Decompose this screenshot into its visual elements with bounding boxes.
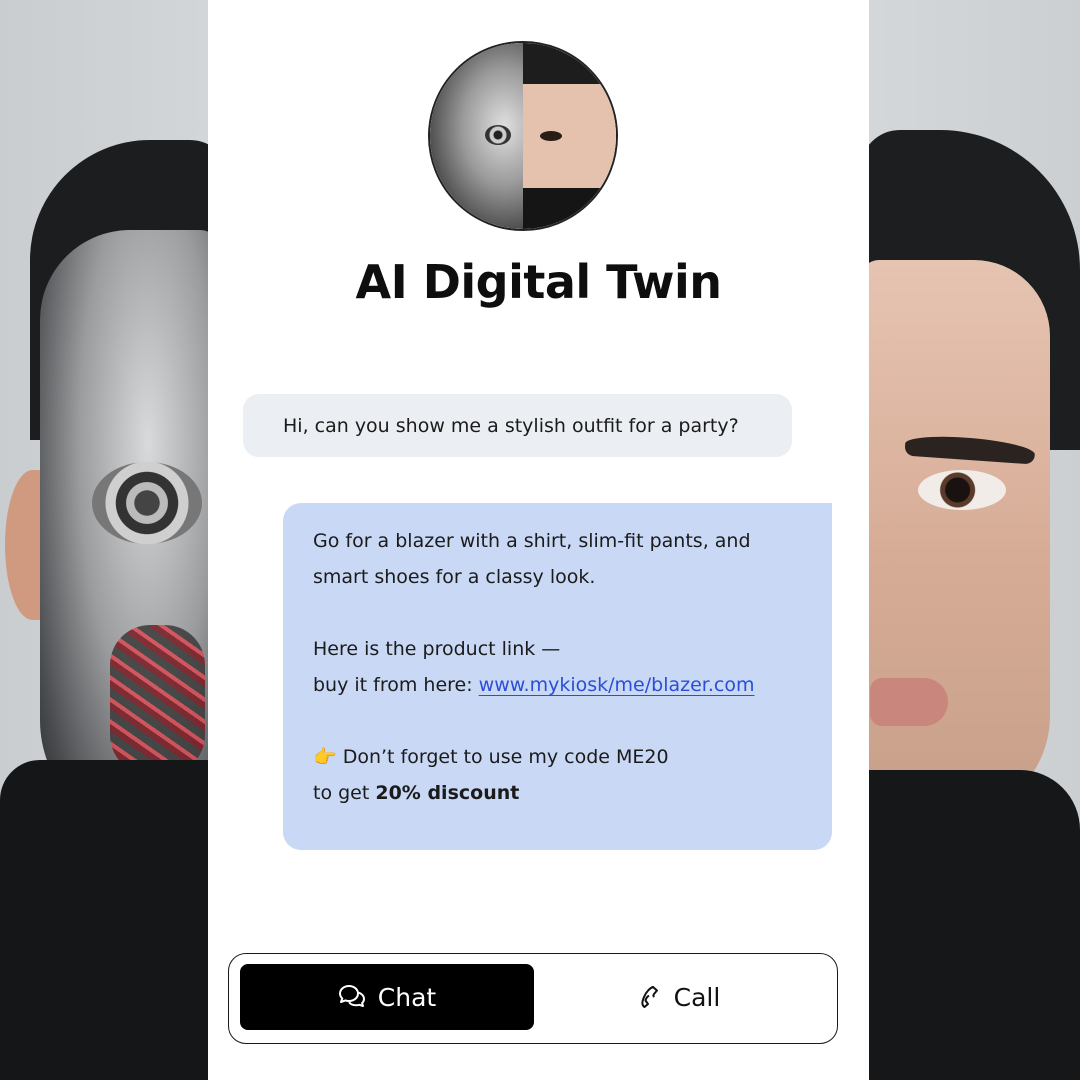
chat-button[interactable]: Chat — [240, 964, 534, 1030]
chat-call-toggle: Chat Call — [228, 953, 838, 1044]
ai-message-link-line: buy it from here: www.mykiosk/me/blazer.… — [313, 667, 802, 703]
shirt-right — [860, 770, 1080, 1080]
avatar-human-half — [523, 43, 616, 229]
chat-bubbles-icon — [338, 984, 366, 1010]
call-label: Call — [673, 982, 721, 1012]
lips — [870, 678, 948, 726]
call-button[interactable]: Call — [532, 964, 826, 1030]
page-title: AI Digital Twin — [355, 255, 722, 309]
avatar-human-eye — [540, 131, 562, 141]
discount-text: 20% discount — [375, 782, 520, 804]
product-link[interactable]: www.mykiosk/me/blazer.com — [479, 674, 755, 696]
ai-message-line: Go for a blazer with a shirt, slim-fit p… — [313, 530, 751, 552]
shirt-left — [0, 760, 220, 1080]
robot-eye — [92, 462, 202, 544]
chat-label: Chat — [377, 982, 437, 1012]
ai-message-line: 👉 Don’t forget to use my code ME20 — [313, 746, 669, 768]
phone-icon — [638, 984, 662, 1010]
ai-message-discount-line: to get 20% discount — [313, 775, 802, 811]
user-message-bubble: Hi, can you show me a stylish outfit for… — [243, 394, 792, 457]
ai-message-line: Here is the product link — — [313, 638, 561, 660]
ai-message-bubble: Go for a blazer with a shirt, slim-fit p… — [283, 503, 832, 850]
avatar — [428, 41, 618, 231]
robot-wires — [110, 625, 205, 775]
chat-card: AI Digital Twin Hi, can you show me a st… — [208, 0, 869, 1080]
human-half-face — [860, 260, 1050, 820]
avatar-robot-eye — [485, 125, 511, 145]
link-prefix: buy it from here: — [313, 674, 479, 696]
ai-message-line: smart shoes for a classy look. — [313, 566, 596, 588]
user-message-text: Hi, can you show me a stylish outfit for… — [283, 414, 739, 437]
discount-prefix: to get — [313, 782, 376, 804]
human-eye — [918, 470, 1006, 510]
